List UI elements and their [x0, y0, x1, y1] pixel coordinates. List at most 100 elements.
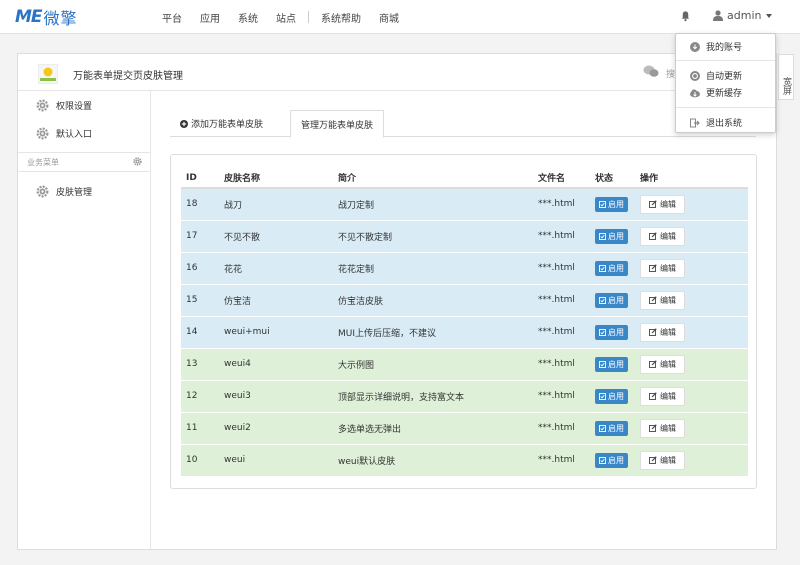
table-row: 10 weui weui默认皮肤 ***.html 启用 编辑 — [181, 443, 748, 476]
cell-name: weui3 — [219, 379, 333, 412]
cell-action: 编辑 — [635, 219, 748, 252]
cell-desc: 花花定制 — [333, 251, 533, 284]
table-row: 18 战刀 战刀定制 ***.html 启用 编辑 — [181, 187, 748, 220]
cell-desc: 战刀定制 — [333, 187, 533, 220]
sidebar-item-label: 默认入口 — [56, 130, 93, 140]
table-header-row: ID 皮肤名称 简介 文件名 状态 操作 — [181, 168, 748, 189]
col-status: 状态 — [590, 168, 635, 189]
tab-bar: 添加万能表单皮肤 管理万能表单皮肤 — [170, 110, 756, 138]
sidebar-item-skin-management[interactable]: 皮肤管理 — [36, 185, 92, 198]
cell-name: 仿宝洁 — [219, 283, 333, 316]
cell-id: 12 — [181, 379, 219, 412]
sidebar-group-label: 业务菜单 — [27, 158, 59, 167]
logo-text: 微擎 — [43, 9, 78, 28]
edit-button[interactable]: 编辑 — [640, 322, 685, 342]
cell-name: weui+mui — [219, 315, 333, 348]
enable-button[interactable]: 启用 — [595, 452, 628, 468]
refresh-gear-icon — [690, 70, 700, 81]
edit-label: 编辑 — [660, 263, 676, 273]
col-name: 皮肤名称 — [219, 168, 333, 189]
enable-button[interactable]: 启用 — [595, 356, 628, 372]
menu-item-label: 更新缓存 — [706, 89, 743, 99]
panel-header: 万能表单提交页皮肤管理 搜 — [18, 54, 776, 91]
cell-desc: MUI上传后压缩，不建议 — [333, 315, 533, 348]
gear-icon[interactable] — [133, 157, 142, 166]
cell-file: ***.html — [533, 283, 590, 316]
menu-item-logout[interactable]: 退出系统 — [690, 116, 742, 129]
nav-platform[interactable]: 平台 — [162, 10, 182, 25]
cell-action: 编辑 — [635, 315, 748, 348]
nav-site[interactable]: 站点 — [276, 10, 296, 25]
enable-button[interactable]: 启用 — [595, 324, 628, 340]
edit-icon — [649, 456, 657, 465]
cell-id: 17 — [181, 219, 219, 252]
cell-desc: 不见不散定制 — [333, 219, 533, 252]
brand-logo[interactable]: ME 微擎 — [15, 6, 78, 28]
cell-action: 编辑 — [635, 187, 748, 220]
nav-apps[interactable]: 应用 — [200, 10, 220, 25]
edit-button[interactable]: 编辑 — [640, 354, 685, 374]
cell-id: 10 — [181, 443, 219, 476]
app-thumbnail-icon — [38, 64, 58, 84]
cell-status: 启用 — [590, 315, 635, 348]
edit-label: 编辑 — [660, 199, 676, 209]
menu-divider — [676, 60, 775, 61]
cell-id: 14 — [181, 315, 219, 348]
menu-item-my-account[interactable]: 我的账号 — [690, 40, 742, 53]
menu-item-auto-update[interactable]: 自动更新 — [690, 69, 742, 82]
cell-id: 13 — [181, 347, 219, 380]
check-square-icon — [599, 296, 606, 304]
sidebar-item-permissions[interactable]: 权限设置 — [36, 99, 92, 112]
cell-desc: 仿宝洁皮肤 — [333, 283, 533, 316]
cell-name: weui4 — [219, 347, 333, 380]
edit-button[interactable]: 编辑 — [640, 226, 685, 246]
table-row: 15 仿宝洁 仿宝洁皮肤 ***.html 启用 编辑 — [181, 283, 748, 316]
cell-name: 花花 — [219, 251, 333, 284]
edit-button[interactable]: 编辑 — [640, 386, 685, 406]
tab-label: 添加万能表单皮肤 — [191, 120, 264, 130]
edit-button[interactable]: 编辑 — [640, 450, 685, 470]
enable-button[interactable]: 启用 — [595, 388, 628, 404]
caret-down-icon — [766, 13, 773, 18]
enable-button[interactable]: 启用 — [595, 228, 628, 244]
cell-name: weui2 — [219, 411, 333, 444]
edit-label: 编辑 — [660, 391, 676, 401]
edit-icon — [649, 232, 657, 240]
nav-store[interactable]: 商城 — [379, 10, 399, 25]
tab-add-skin[interactable]: 添加万能表单皮肤 — [170, 110, 273, 137]
account-icon — [690, 41, 700, 52]
menu-item-label: 自动更新 — [706, 72, 743, 82]
check-square-icon — [599, 200, 606, 208]
edit-icon — [649, 264, 657, 272]
edit-button[interactable]: 编辑 — [640, 290, 685, 310]
cell-status: 启用 — [590, 347, 635, 380]
cell-file: ***.html — [533, 315, 590, 348]
sidebar-item-default-entry[interactable]: 默认入口 — [36, 127, 92, 140]
cell-action: 编辑 — [635, 443, 748, 476]
menu-item-update-cache[interactable]: 更新缓存 — [690, 86, 742, 99]
edit-button[interactable]: 编辑 — [640, 194, 685, 214]
check-square-icon — [599, 456, 606, 464]
widescreen-toggle[interactable]: 宽屏 — [778, 54, 794, 100]
gear-icon — [36, 99, 49, 112]
cell-action: 编辑 — [635, 347, 748, 380]
enable-button[interactable]: 启用 — [595, 420, 628, 436]
menu-item-label: 退出系统 — [706, 119, 743, 129]
tab-manage-skin[interactable]: 管理万能表单皮肤 — [290, 110, 385, 138]
nav-system[interactable]: 系统 — [238, 10, 258, 25]
enable-button[interactable]: 启用 — [595, 260, 628, 276]
wechat-hint: 搜 — [666, 70, 676, 80]
cell-id: 11 — [181, 411, 219, 444]
nav-help[interactable]: 系统帮助 — [321, 10, 361, 25]
table-row: 16 花花 花花定制 ***.html 启用 编辑 — [181, 251, 748, 284]
user-menu-toggle[interactable]: admin — [713, 9, 773, 22]
cell-desc: 多选单选无弹出 — [333, 411, 533, 444]
edit-button[interactable]: 编辑 — [640, 418, 685, 438]
edit-label: 编辑 — [660, 455, 676, 465]
enable-button[interactable]: 启用 — [595, 196, 628, 212]
enable-label: 启用 — [608, 231, 624, 241]
edit-icon — [649, 200, 657, 209]
edit-button[interactable]: 编辑 — [640, 258, 685, 278]
enable-button[interactable]: 启用 — [595, 292, 628, 308]
bell-icon[interactable] — [680, 10, 691, 22]
